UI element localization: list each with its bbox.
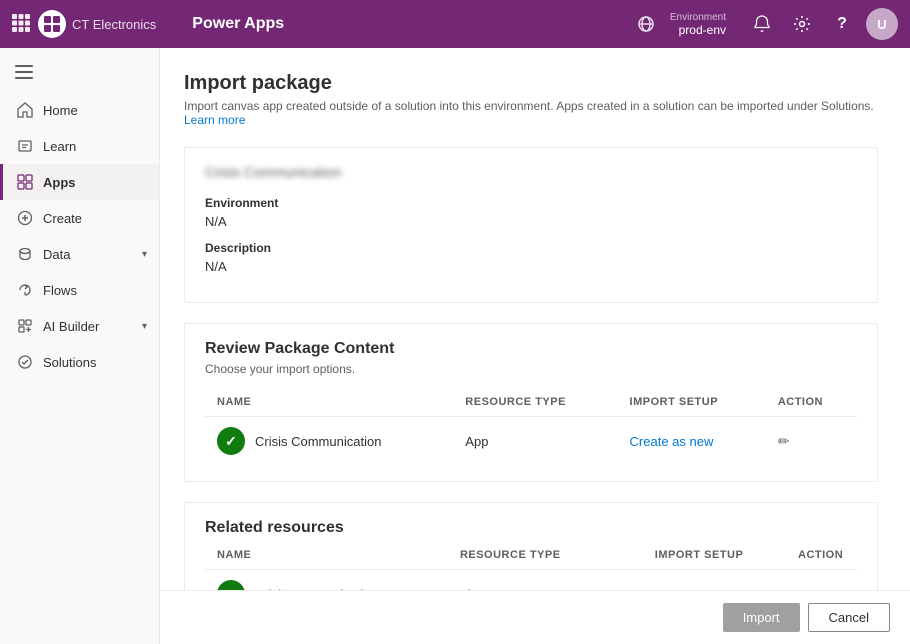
related-col-import-setup: IMPORT SETUP [643,541,786,570]
sidebar-item-flows-label: Flows [43,283,147,298]
related-card-body: Related resources NAME RESOURCE TYPE IMP… [185,503,877,590]
sidebar-item-data-label: Data [43,247,142,262]
related-section-title: Related resources [205,519,857,537]
sidebar-item-learn-label: Learn [43,139,147,154]
topbar-logo: CT Electronics [38,10,176,38]
grid-icon[interactable] [12,14,30,35]
review-table: NAME RESOURCE TYPE IMPORT SETUP ACTION ✓ [205,388,857,465]
row-name: Crisis Communication [255,434,381,449]
topbar-right: Environment prod-env ? U [630,8,898,40]
environment-info: Environment prod-env [670,12,726,37]
ai-builder-icon [15,316,35,336]
content-inner: Import package Import canvas app created… [160,48,910,590]
learn-more-link[interactable]: Learn more [184,113,245,127]
sidebar: Home Learn Apps [0,48,160,644]
content-area: Import package Import canvas app created… [160,48,910,644]
related-col-resource-type: RESOURCE TYPE [448,541,643,570]
review-card: Review Package Content Choose your impor… [184,323,878,482]
sidebar-item-solutions[interactable]: Solutions [0,344,159,380]
sidebar-item-ai-builder[interactable]: AI Builder ▾ [0,308,159,344]
environment-label: Environment [205,196,857,210]
environment-icon[interactable] [630,8,662,40]
app-title: Power Apps [192,15,630,33]
subtitle-text: Import canvas app created outside of a s… [184,99,874,113]
sidebar-item-create[interactable]: Create [0,200,159,236]
col-name: NAME [205,388,453,417]
learn-icon [15,136,35,156]
page-title: Import package [184,72,878,95]
related-name-cell-0: ✓ CrisisCommunication.Request [217,580,436,590]
apps-icon [15,172,35,192]
card-body: Crisis Communication Environment N/A Des… [185,148,877,302]
col-import-setup: IMPORT SETUP [618,388,766,417]
solutions-icon [15,352,35,372]
related-col-name: NAME [205,541,448,570]
related-table: NAME RESOURCE TYPE IMPORT SETUP ACTION ✓ [205,541,857,590]
env-label: Environment [670,12,726,23]
notification-icon[interactable] [746,8,778,40]
data-chevron-icon: ▾ [142,249,147,260]
hamburger-icon[interactable] [8,56,40,88]
related-col-action: ACTION [786,541,857,570]
help-icon[interactable]: ? [826,8,858,40]
sidebar-item-home-label: Home [43,103,147,118]
resource-type-cell: App [453,417,617,466]
topbar: CT Electronics Power Apps Environment pr… [0,0,910,48]
sidebar-item-data[interactable]: Data ▾ [0,236,159,272]
related-resource-type-0: Flow [448,570,643,591]
flows-icon [15,280,35,300]
sidebar-item-learn[interactable]: Learn [0,128,159,164]
create-icon [15,208,35,228]
sidebar-item-apps[interactable]: Apps [0,164,159,200]
status-success-icon: ✓ [217,427,245,455]
name-cell: ✓ Crisis Communication [217,427,441,455]
import-button[interactable]: Import [723,603,800,632]
review-section-title: Review Package Content [205,340,857,358]
home-icon [15,100,35,120]
col-action: ACTION [766,388,857,417]
sidebar-item-ai-label: AI Builder [43,319,142,334]
status-success-icon: ✓ [217,580,245,590]
environment-value: N/A [205,214,857,229]
description-label: Description [205,241,857,255]
sidebar-item-flows[interactable]: Flows [0,272,159,308]
sidebar-item-create-label: Create [43,211,147,226]
edit-icon[interactable]: ✏ [778,433,790,449]
ai-chevron-icon: ▾ [142,321,147,332]
settings-icon[interactable] [786,8,818,40]
data-icon [15,244,35,264]
avatar[interactable]: U [866,8,898,40]
logo-circle [38,10,66,38]
cancel-button[interactable]: Cancel [808,603,890,632]
import-setup-link[interactable]: Create as new [630,434,714,449]
review-card-body: Review Package Content Choose your impor… [185,324,877,481]
review-section-subtitle: Choose your import options. [205,362,857,376]
main-layout: Home Learn Apps [0,48,910,644]
package-info-card: Crisis Communication Environment N/A Des… [184,147,878,303]
sidebar-item-apps-label: Apps [43,175,147,190]
table-row: ✓ CrisisCommunication.Request Flow Creat… [205,570,857,591]
related-resources-card: Related resources NAME RESOURCE TYPE IMP… [184,502,878,590]
description-value: N/A [205,259,857,274]
org-name: CT Electronics [72,17,156,32]
footer: Import Cancel [160,590,910,644]
app-name-blurred: Crisis Communication [205,164,857,180]
sidebar-item-home[interactable]: Home [0,92,159,128]
table-row: ✓ Crisis Communication App Create as new… [205,417,857,466]
env-name: prod-env [679,23,726,37]
col-resource-type: RESOURCE TYPE [453,388,617,417]
page-subtitle: Import canvas app created outside of a s… [184,99,878,127]
sidebar-item-solutions-label: Solutions [43,355,147,370]
